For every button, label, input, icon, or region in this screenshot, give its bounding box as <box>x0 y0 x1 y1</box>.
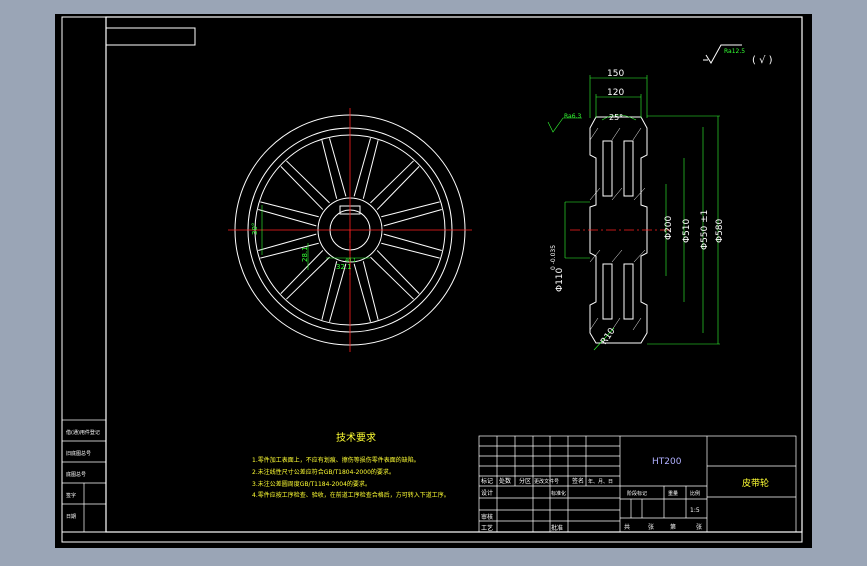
dim-groove-angle: 25° <box>609 113 623 122</box>
tech-item-3: 3.未注公差圆周度GB/T1184-2004的要求。 <box>252 480 371 488</box>
roughness-general: Ra12.5 <box>724 48 745 55</box>
dim-pitch-dia: Φ550 ±1 <box>700 210 710 250</box>
left-strip-0: 借(通)用件登记 <box>66 429 100 436</box>
tb-weight: 重量 <box>668 490 678 497</box>
tb-sheet-2: 张 <box>696 523 702 531</box>
tb-mark: 标记 <box>481 477 493 485</box>
dim-hub-dia: Φ200 <box>664 215 674 240</box>
roughness-groove: Ra6.3 <box>564 113 581 120</box>
tb-date: 年、月、日 <box>588 478 613 485</box>
tb-change-doc: 更改文件号 <box>534 478 559 485</box>
tb-sign: 签名 <box>572 477 584 485</box>
tb-review: 审核 <box>481 513 493 521</box>
cad-drawing-viewport: Ra12.5 ( √ ) 30° 28.1 32.1 40.1 150 120 … <box>0 0 867 562</box>
left-strip-3: 签字 <box>66 492 76 499</box>
left-strip-2: 底图总号 <box>66 471 86 478</box>
left-strip-1: 旧底图总号 <box>66 450 91 457</box>
tech-item-4: 4.零件应按工序检查、验收，在前道工序检查合格后，方可转入下道工序。 <box>252 492 450 500</box>
tb-total: 共 <box>624 523 630 531</box>
dim-width-total: 150 <box>607 69 624 79</box>
tb-stage-mark: 阶段标记 <box>627 490 647 497</box>
tech-item-2: 2.未注线性尺寸公差应符合GB/T1804-2000的要求。 <box>252 468 395 476</box>
tb-approve: 批准 <box>551 524 563 532</box>
tech-item-1: 1.零件加工表面上，不应有划痕、擦伤等损伤零件表面的缺陷。 <box>252 457 420 464</box>
dim-bore-dia: Φ110 <box>555 267 565 292</box>
dim-groove-bottom-dia: Φ510 <box>682 218 692 243</box>
key-angle-label: 30° <box>251 223 259 235</box>
tb-design: 设计 <box>481 489 493 497</box>
roughness-suffix: ( √ ) <box>752 55 773 66</box>
tb-material: HT200 <box>652 457 682 467</box>
dim-width-groove: 120 <box>607 88 624 98</box>
tb-scale-label: 比例 <box>690 490 700 497</box>
tb-standardize: 标准化 <box>551 490 566 497</box>
tb-process: 工艺 <box>481 524 493 532</box>
tb-scale: 1:5 <box>690 507 700 514</box>
dim-bore-tol: 0 -0.035 <box>550 245 557 270</box>
tb-no: 第 <box>670 523 676 531</box>
dim-outer-dia: Φ580 <box>715 218 725 243</box>
tech-requirements-list: 1.零件加工表面上，不应有划痕、擦伤等损伤零件表面的缺陷。 2.未注线性尺寸公差… <box>252 455 450 502</box>
tb-count: 处数 <box>499 477 511 485</box>
key-r-label: 40.1 <box>345 258 356 264</box>
left-strip-4: 日期 <box>66 514 76 520</box>
tech-requirements-title: 技术要求 <box>336 433 376 444</box>
tb-part-name: 皮带轮 <box>742 477 769 489</box>
key-width-label: 32.1 <box>336 263 352 271</box>
tb-zone: 分区 <box>519 477 531 485</box>
tb-sheet-1: 张 <box>648 523 654 531</box>
